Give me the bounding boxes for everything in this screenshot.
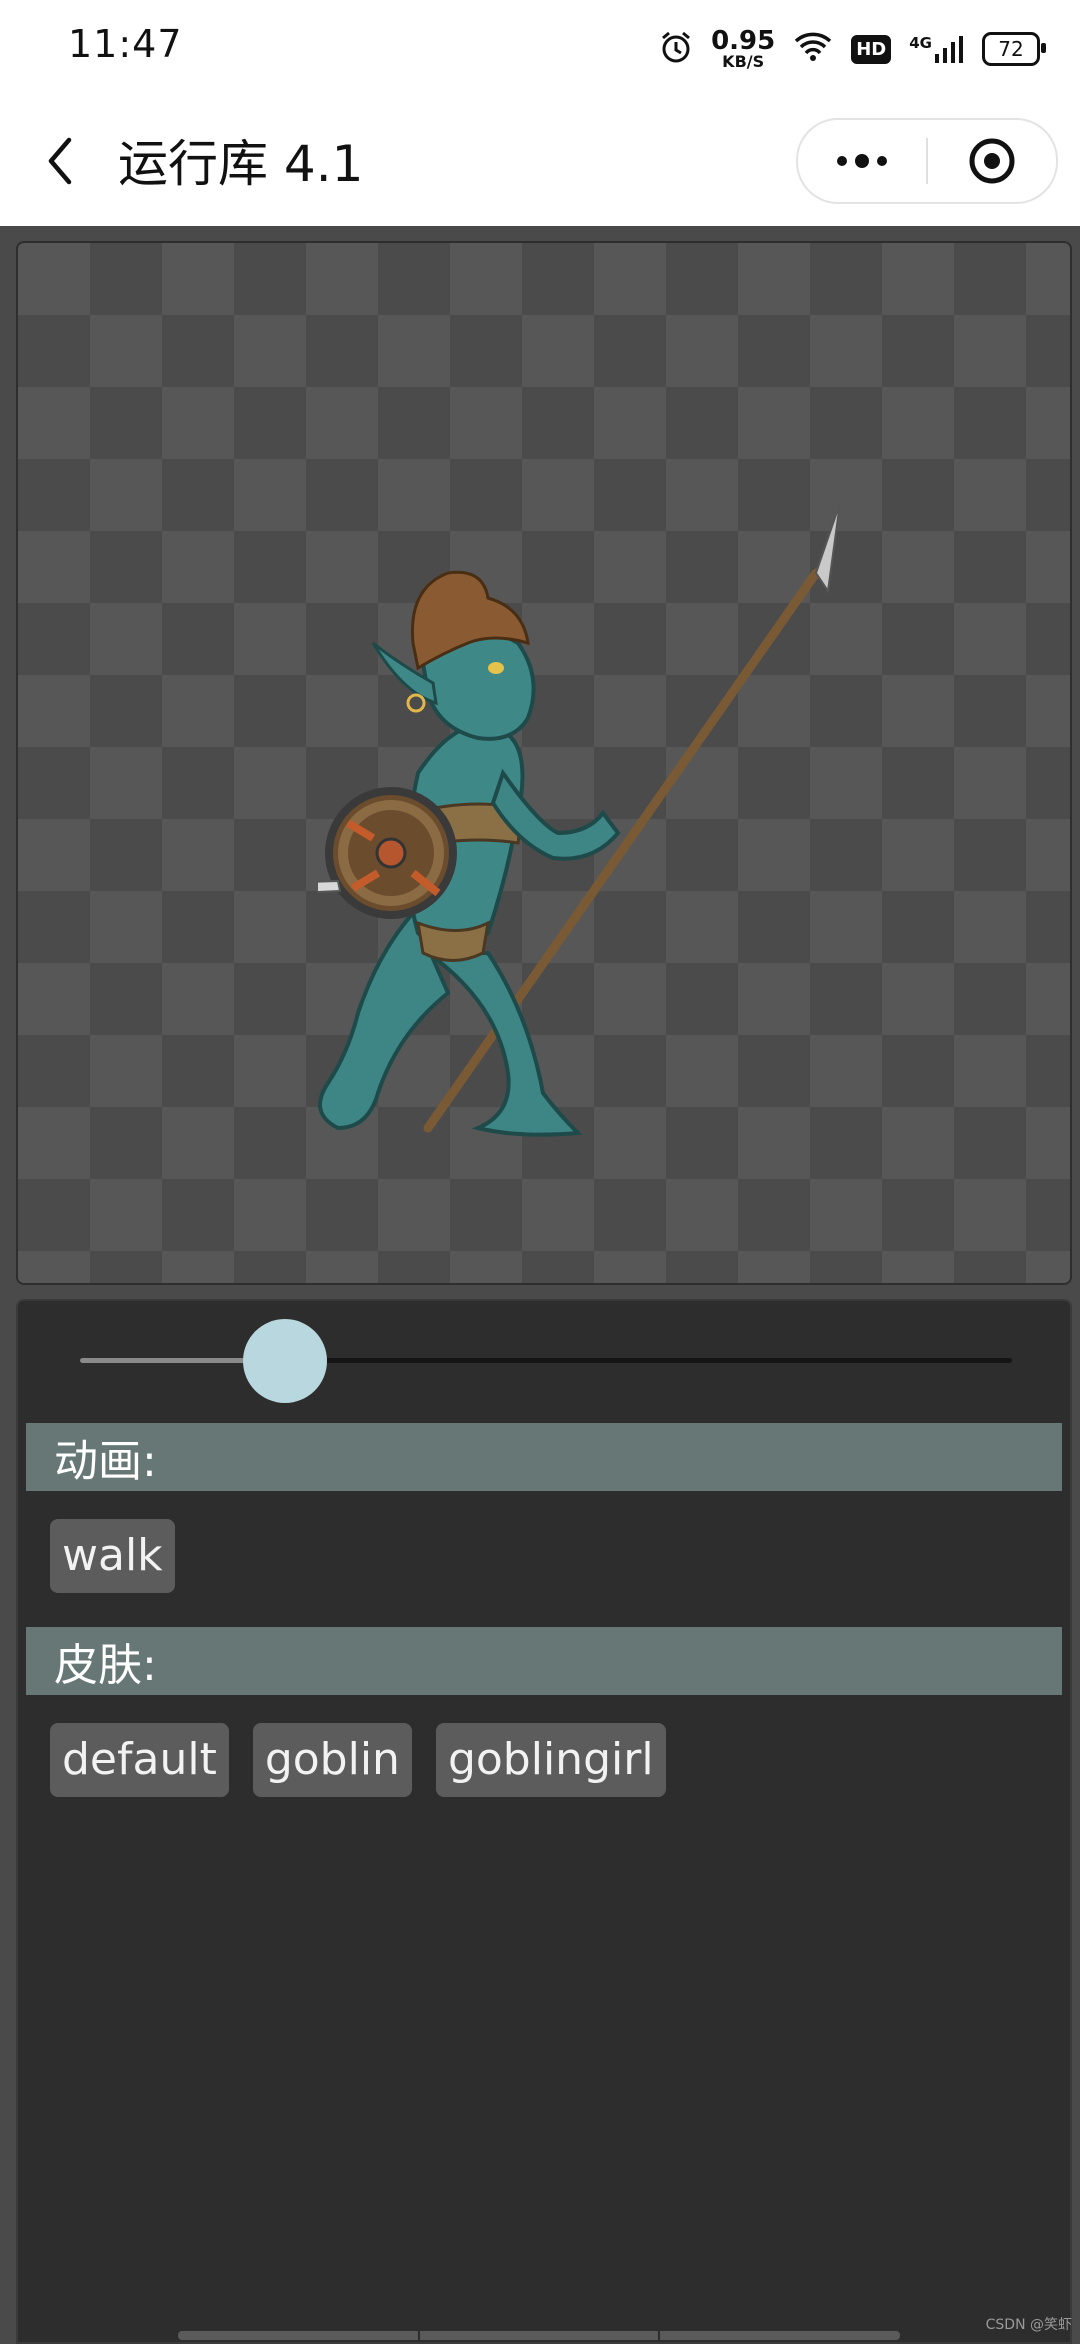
spine-canvas[interactable]	[16, 241, 1072, 1285]
slider-thumb[interactable]	[243, 1319, 328, 1403]
skin-goblingirl-button[interactable]: goblingirl	[435, 1723, 666, 1797]
network-speed: 0.95 KB/S	[711, 26, 776, 71]
page-title: 运行库 4.1	[118, 135, 364, 193]
status-time: 11:47	[68, 22, 183, 66]
mini-program-capsule	[796, 118, 1058, 204]
animation-section-header: 动画:	[26, 1423, 1062, 1491]
skin-list: default goblin goblingirl	[50, 1723, 666, 1797]
animation-walk-button[interactable]: walk	[50, 1519, 175, 1593]
alarm-icon	[659, 30, 693, 68]
more-button[interactable]	[798, 120, 926, 202]
animation-list: walk	[50, 1519, 175, 1593]
battery-icon: 72	[982, 32, 1046, 66]
back-button[interactable]	[30, 126, 90, 196]
status-bar: 11:47 0.95 KB/S HD 4G 72	[0, 0, 1080, 96]
nav-bar: 运行库 4.1	[0, 96, 1080, 226]
close-miniprogram-button[interactable]	[928, 120, 1056, 202]
control-panel: 动画: walk 皮肤: default goblin goblingirl	[16, 1299, 1072, 2344]
goblin-girl-icon	[318, 502, 841, 1137]
more-dots-icon	[837, 154, 887, 168]
watermark: CSDN @笑虾	[985, 2317, 1072, 2333]
back-arrow-icon	[48, 137, 72, 185]
skin-default-button[interactable]: default	[50, 1723, 229, 1797]
skin-section-header: 皮肤:	[26, 1627, 1062, 1695]
wifi-icon	[793, 31, 833, 67]
timeline-slider[interactable]	[80, 1319, 1012, 1403]
status-icons: 0.95 KB/S HD 4G 72	[659, 24, 1046, 74]
skin-goblin-button[interactable]: goblin	[252, 1723, 412, 1797]
signal-4g-icon: 4G	[909, 34, 964, 64]
bottom-scrollbar[interactable]	[178, 2331, 900, 2340]
record-target-icon	[969, 138, 1015, 184]
hd-badge: HD	[851, 34, 892, 64]
